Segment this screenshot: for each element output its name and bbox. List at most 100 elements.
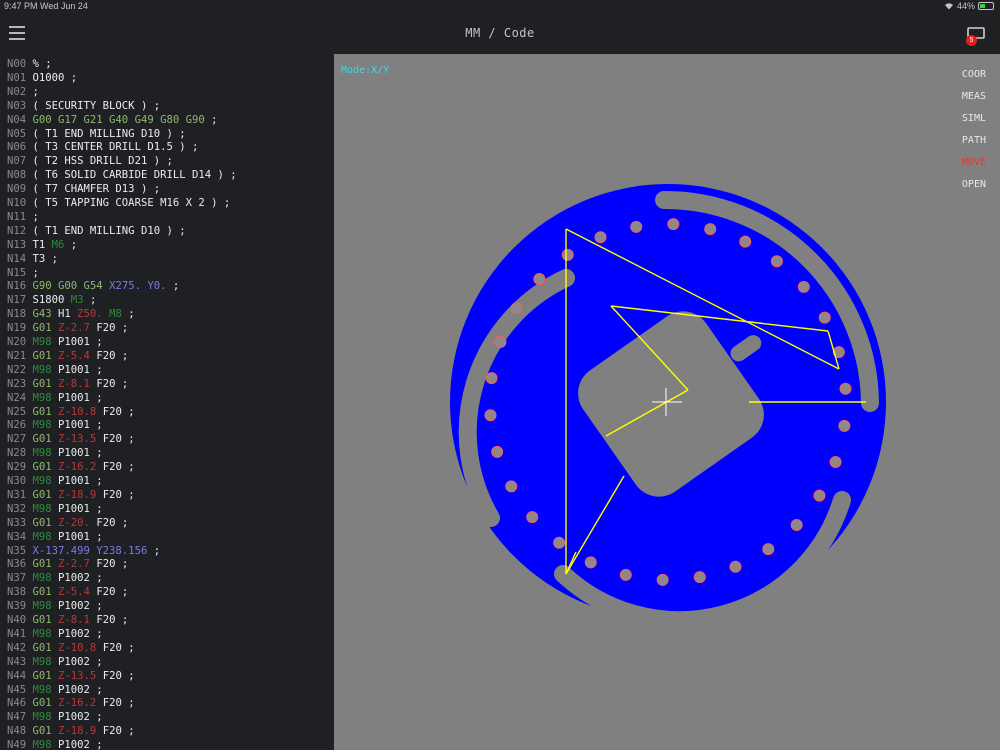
code-token: M98 xyxy=(32,655,52,668)
code-token: F20 ; xyxy=(96,433,135,446)
code-token: G01 xyxy=(32,697,52,710)
code-line[interactable]: N19 G01 Z-2.7 F20 ; xyxy=(7,322,128,336)
code-line[interactable]: N17 S1800 M3 ; xyxy=(7,294,96,308)
code-line[interactable]: N26 M98 P1001 ; xyxy=(7,419,103,433)
code-line[interactable]: N10 ( T5 TAPPING COARSE M16 X 2 ) ; xyxy=(7,197,230,211)
code-line[interactable]: N49 M98 P1002 ; xyxy=(7,739,103,750)
code-line[interactable]: N06 ( T3 CENTER DRILL D1.5 ) ; xyxy=(7,141,198,155)
code-line[interactable]: N11 ; xyxy=(7,211,39,225)
line-number: N04 xyxy=(7,113,33,126)
code-line[interactable]: N01 O1000 ; xyxy=(7,72,77,86)
menu-meas[interactable]: MEAS xyxy=(962,86,986,108)
code-token: M98 xyxy=(32,419,52,432)
code-line[interactable]: N30 M98 P1001 ; xyxy=(7,475,103,489)
code-token: X275. Y0. xyxy=(109,280,167,293)
code-line[interactable]: N47 M98 P1002 ; xyxy=(7,711,103,725)
line-number: N28 xyxy=(7,447,33,460)
code-line[interactable]: N33 G01 Z-20. F20 ; xyxy=(7,517,128,531)
menu-open[interactable]: OPEN xyxy=(962,174,986,196)
code-token: P1001 ; xyxy=(51,475,103,487)
code-line[interactable]: N24 M98 P1001 ; xyxy=(7,392,103,406)
code-line[interactable]: N21 G01 Z-5.4 F20 ; xyxy=(7,350,128,364)
wifi-icon xyxy=(944,3,953,10)
code-line[interactable]: N48 G01 Z-18.9 F20 ; xyxy=(7,725,135,739)
code-line[interactable]: N43 M98 P1002 ; xyxy=(7,656,103,670)
code-line[interactable]: N40 G01 Z-8.1 F20 ; xyxy=(7,614,128,628)
line-number: N42 xyxy=(7,641,33,654)
code-token: F20 ; xyxy=(89,377,129,390)
menu-move[interactable]: MOVE xyxy=(962,152,986,174)
code-line[interactable]: N23 G01 Z-8.1 F20 ; xyxy=(7,378,128,392)
code-token: Z-5.4 xyxy=(58,349,90,362)
line-number: N49 xyxy=(7,739,33,750)
code-token: G01 xyxy=(32,586,52,599)
code-token: P1001 ; xyxy=(51,530,103,543)
gcode-editor[interactable]: N00 % ; N01 O1000 ; N02 ; N03 ( SECURITY BL… xyxy=(0,54,333,750)
code-line[interactable]: N29 G01 Z-16.2 F20 ; xyxy=(7,461,135,475)
code-token: ; xyxy=(32,85,39,98)
code-token: Z-13.5 xyxy=(58,669,97,682)
line-number: N43 xyxy=(7,655,33,668)
code-line[interactable]: N34 M98 P1001 ; xyxy=(7,531,103,545)
code-line[interactable]: N25 G01 Z-10.8 F20 ; xyxy=(7,406,135,420)
code-line[interactable]: N08 ( T6 SOLID CARBIDE DRILL D14 ) ; xyxy=(7,169,237,183)
code-line[interactable]: N12 ( T1 END MILLING D10 ) ; xyxy=(7,225,186,239)
code-token: P1002 ; xyxy=(51,600,103,613)
code-line[interactable]: N37 M98 P1002 ; xyxy=(7,572,103,586)
line-number: N05 xyxy=(7,127,33,140)
line-number: N36 xyxy=(7,558,33,571)
code-line[interactable]: N45 M98 P1002 ; xyxy=(7,684,103,698)
code-line[interactable]: N42 G01 Z-10.8 F20 ; xyxy=(7,642,135,656)
code-line[interactable]: N04 G00 G17 G21 G40 G49 G80 G90 ; xyxy=(7,114,218,128)
code-line[interactable]: N18 G43 H1 Z50. M8 ; xyxy=(7,308,135,322)
line-number: N16 xyxy=(7,280,33,293)
code-line[interactable]: N31 G01 Z-18.9 F20 ; xyxy=(7,489,135,503)
menu-siml[interactable]: SIML xyxy=(962,108,986,130)
line-number: N01 xyxy=(7,71,33,84)
code-token: P1002 ; xyxy=(51,572,103,585)
code-line[interactable]: N28 M98 P1001 ; xyxy=(7,447,103,461)
code-line[interactable]: N39 M98 P1002 ; xyxy=(7,600,103,614)
code-line[interactable]: N05 ( T1 END MILLING D10 ) ; xyxy=(7,128,186,142)
code-token: P1001 ; xyxy=(51,502,103,515)
code-line[interactable]: N07 ( T2 HSS DRILL D21 ) ; xyxy=(7,155,173,169)
code-token: P1001 ; xyxy=(51,391,103,404)
bolt-hole xyxy=(729,560,742,573)
code-line[interactable]: N36 G01 Z-2.7 F20 ; xyxy=(7,558,128,572)
bolt-hole xyxy=(561,248,574,261)
code-line[interactable]: N09 ( T7 CHAMFER D13 ) ; xyxy=(7,183,160,197)
page-title: MM / Code xyxy=(465,26,535,40)
line-number: N15 xyxy=(7,266,33,279)
bolt-hole xyxy=(813,489,826,502)
code-line[interactable]: N38 G01 Z-5.4 F20 ; xyxy=(7,586,128,600)
code-token: F20 ; xyxy=(89,586,129,599)
code-token: Z-18.9 xyxy=(58,725,97,738)
menu-coor[interactable]: COOR xyxy=(962,64,986,86)
code-line[interactable]: N46 G01 Z-16.2 F20 ; xyxy=(7,697,135,711)
code-token: G43 xyxy=(32,308,52,321)
code-line[interactable]: N03 ( SECURITY BLOCK ) ; xyxy=(7,100,160,114)
code-line[interactable]: N35 X-137.499 Y238.156 ; xyxy=(7,545,160,559)
bolt-hole xyxy=(584,556,597,569)
code-line[interactable]: N27 G01 Z-13.5 F20 ; xyxy=(7,433,135,447)
bolt-hole xyxy=(619,568,632,581)
code-line[interactable]: N22 M98 P1001 ; xyxy=(7,364,103,378)
code-line[interactable]: N14 T3 ; xyxy=(7,253,58,267)
code-line[interactable]: N02 ; xyxy=(7,86,39,100)
bolt-hole xyxy=(491,445,504,458)
line-number: N35 xyxy=(7,544,33,557)
code-line[interactable]: N44 G01 Z-13.5 F20 ; xyxy=(7,670,135,684)
code-line[interactable]: N41 M98 P1002 ; xyxy=(7,628,103,642)
code-line[interactable]: N32 M98 P1001 ; xyxy=(7,503,103,517)
code-token: F20 ; xyxy=(89,516,129,529)
code-line[interactable]: N15 ; xyxy=(7,267,39,281)
code-line[interactable]: N13 T1 M6 ; xyxy=(7,239,77,253)
code-token: G00 G17 G21 G40 G49 G80 G90 xyxy=(32,113,205,126)
code-line[interactable]: N20 M98 P1001 ; xyxy=(7,336,103,350)
code-line[interactable]: N16 G90 G00 G54 X275. Y0. ; xyxy=(7,280,179,294)
menu-path[interactable]: PATH xyxy=(962,130,986,152)
xy-viewer[interactable]: Mode:X/Y COOR MEAS SIML PATH MOVE OPEN xyxy=(334,54,1000,750)
code-line[interactable]: N00 % ; xyxy=(7,58,52,72)
line-number: N22 xyxy=(7,363,33,376)
bolt-hole xyxy=(790,519,803,532)
